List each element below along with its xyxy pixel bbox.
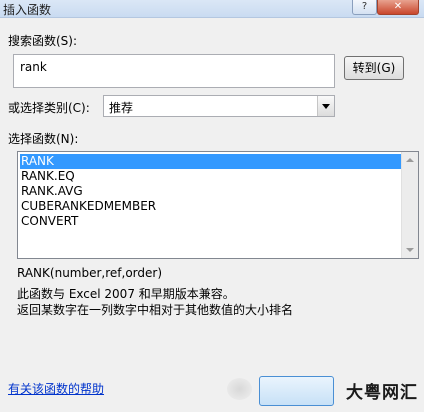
blurred-region — [227, 378, 252, 400]
function-list[interactable]: RANK RANK.EQ RANK.AVG CUBERANKEDMEMBER C… — [17, 151, 419, 259]
ok-button[interactable] — [259, 376, 334, 406]
function-signature: RANK(number,ref,order) — [17, 266, 163, 280]
chevron-down-icon[interactable] — [317, 96, 334, 116]
function-item-rank[interactable]: RANK — [20, 154, 402, 169]
category-select[interactable]: 推荐 — [103, 95, 335, 117]
help-button[interactable]: ? — [352, 0, 377, 15]
search-input[interactable]: rank — [13, 54, 335, 88]
function-compat-note: 此函数与 Excel 2007 和早期版本兼容。 — [17, 287, 235, 301]
dialog-title: 插入函数 — [3, 3, 52, 17]
function-item-rank-avg[interactable]: RANK.AVG — [20, 184, 402, 199]
list-scrollbar[interactable] — [401, 152, 418, 258]
function-list-label: 选择函数(N): — [8, 132, 79, 146]
function-item-cuberankedmember[interactable]: CUBERANKEDMEMBER — [20, 199, 402, 214]
close-button[interactable]: ✕ — [377, 0, 419, 15]
function-description: 返回某数字在一列数字中相对于其他数值的大小排名 — [17, 303, 294, 317]
scroll-up-icon[interactable] — [402, 152, 418, 168]
scroll-down-icon[interactable] — [402, 242, 418, 258]
function-item-rank-eq[interactable]: RANK.EQ — [20, 169, 402, 184]
search-label: 搜索函数(S): — [8, 34, 78, 48]
watermark-logo: 大粤网汇 — [346, 383, 418, 403]
function-item-convert[interactable]: CONVERT — [20, 214, 402, 229]
dialog-title-bar: 插入函数 ? ✕ — [0, 0, 424, 18]
category-selected-value: 推荐 — [109, 101, 134, 115]
category-label: 或选择类别(C): — [8, 101, 90, 115]
go-button[interactable]: 转到(G) — [344, 56, 404, 80]
function-help-link[interactable]: 有关该函数的帮助 — [8, 380, 104, 397]
